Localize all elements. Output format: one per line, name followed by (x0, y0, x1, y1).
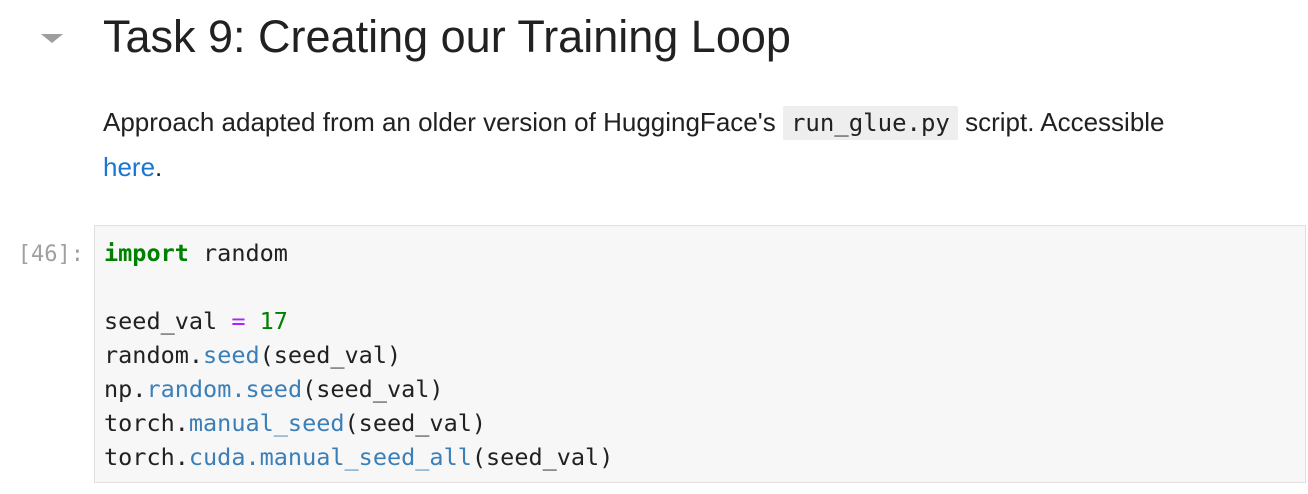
collapse-heading-toggle[interactable] (38, 28, 66, 48)
code-content: import random seed_val = 17 random.seed(se… (104, 236, 613, 474)
code-editor[interactable]: import random seed_val = 17 random.seed(se… (94, 225, 1306, 483)
args-token: (seed_val) (344, 409, 487, 437)
method-token: manual_seed_all (259, 443, 472, 471)
attribute-token: random. (146, 375, 246, 403)
here-link[interactable]: here (103, 152, 155, 182)
code-line: seed_val = 17 (104, 304, 613, 338)
method-token: seed (245, 375, 303, 403)
method-token: seed (203, 341, 260, 369)
paragraph-period: . (155, 152, 163, 182)
code-line: import random (104, 236, 613, 270)
args-token: (seed_val) (471, 443, 614, 471)
markdown-paragraph: Approach adapted from an older version o… (103, 100, 1298, 189)
method-token: manual_seed (188, 409, 345, 437)
args-token: (seed_val) (259, 341, 402, 369)
code-line: torch.manual_seed(seed_val) (104, 406, 613, 440)
args-token: (seed_val) (302, 375, 444, 403)
object-token: torch. (104, 409, 189, 437)
variable-token: seed_val (104, 307, 218, 335)
object-token: torch. (104, 443, 189, 471)
number-token: 17 (259, 307, 288, 335)
paragraph-text-end: script. Accessible (957, 107, 1165, 137)
object-token: np. (104, 375, 147, 403)
section-heading: Task 9: Creating our Training Loop (103, 11, 791, 62)
paragraph-text-start: Approach adapted from an older version o… (103, 107, 783, 137)
execution-count-prompt: [46]: (17, 242, 84, 267)
operator-token: = (231, 307, 246, 335)
caret-down-icon (38, 28, 66, 48)
code-line: torch.cuda.manual_seed_all(seed_val) (104, 440, 613, 474)
inline-code: run_glue.py (782, 106, 958, 140)
object-token: random. (104, 341, 204, 369)
code-line: np.random.seed(seed_val) (104, 372, 613, 406)
keyword-token: import (104, 239, 189, 267)
code-line: random.seed(seed_val) (104, 338, 613, 372)
attribute-token: cuda. (188, 443, 260, 471)
plain-token: random (188, 239, 288, 267)
